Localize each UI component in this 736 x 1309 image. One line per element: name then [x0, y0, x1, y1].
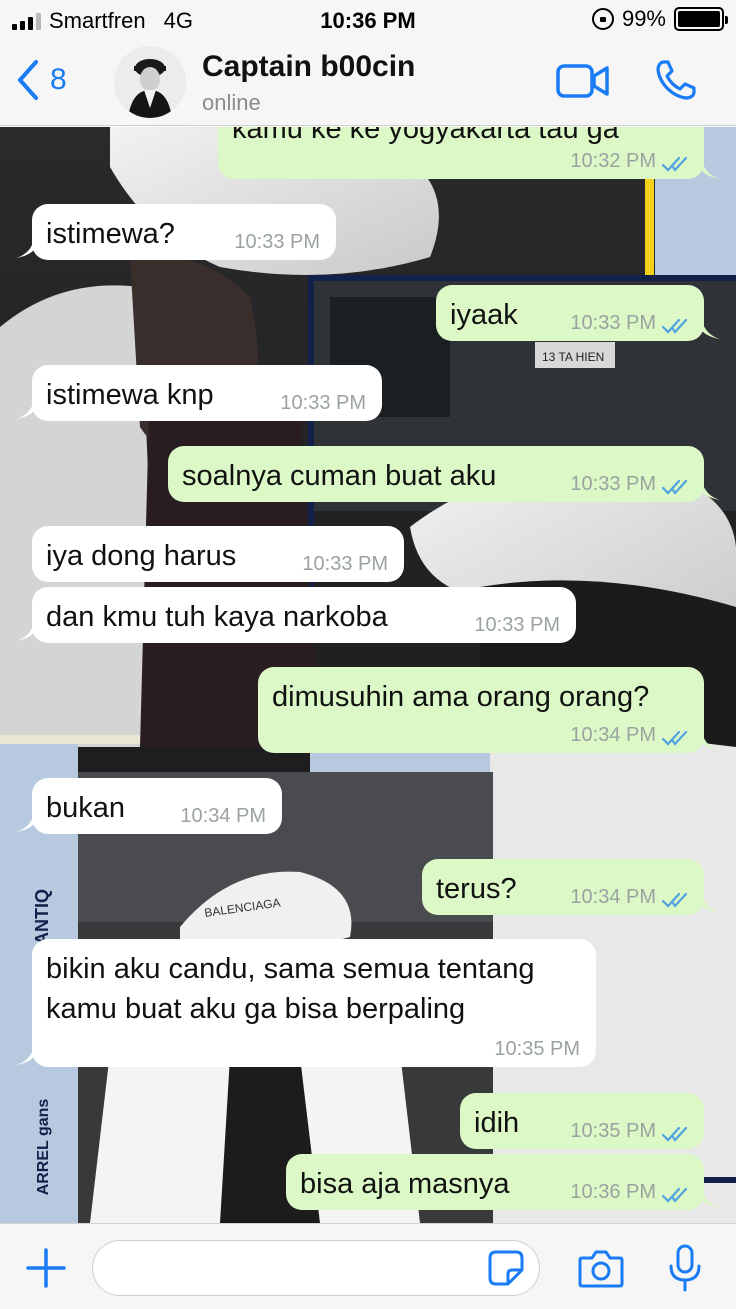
- message-bubble-outgoing[interactable]: soalnya cuman buat aku 10:33 PM: [168, 446, 704, 502]
- bubble-tail: [16, 240, 34, 258]
- read-ticks-icon: [662, 1187, 688, 1203]
- message-text: kamu ke ke yogyakarta tau ga: [232, 127, 619, 145]
- message-time: 10:34 PM: [570, 886, 656, 908]
- message-time: 10:33 PM: [280, 392, 366, 414]
- message-bubble-outgoing[interactable]: idih 10:35 PM: [460, 1093, 704, 1149]
- wallpaper-side-caption: ARREL gans: [35, 1099, 52, 1196]
- sticker-icon[interactable]: [488, 1250, 524, 1286]
- back-button[interactable]: 8: [14, 58, 67, 102]
- message-time: 10:33 PM: [474, 614, 560, 636]
- chat-header: 8 Captain b00cin online: [0, 40, 736, 126]
- message-bubble-incoming[interactable]: bikin aku candu, sama semua tentang kamu…: [32, 939, 596, 1067]
- bubble-tail: [16, 814, 34, 832]
- status-right: 99%: [591, 6, 728, 32]
- message-text: istimewa?: [46, 218, 175, 250]
- read-ticks-icon: [662, 156, 688, 172]
- bubble-tail: [702, 161, 720, 179]
- read-ticks-icon: [662, 318, 688, 334]
- avatar[interactable]: [114, 46, 186, 118]
- message-text: soalnya cuman buat aku: [182, 460, 497, 492]
- bubble-tail: [702, 733, 720, 751]
- message-text: bikin aku candu, sama semua tentang kamu…: [46, 953, 535, 1025]
- contact-status: online: [202, 90, 261, 115]
- phone-icon[interactable]: [654, 58, 698, 102]
- message-bubble-outgoing[interactable]: bisa aja masnya 10:36 PM: [286, 1154, 704, 1210]
- orientation-lock-icon: [591, 8, 614, 30]
- message-text: bukan: [46, 792, 126, 824]
- message-bubble-incoming[interactable]: istimewa knp 10:33 PM: [32, 365, 382, 421]
- message-bubble-outgoing[interactable]: terus? 10:34 PM: [422, 859, 704, 915]
- chat-area[interactable]: 13 TA HIEN BALENCIAGA ANTIQ ARREL gans k…: [0, 127, 736, 1223]
- message-text: dimusuhin ama orang orang?: [272, 681, 650, 713]
- avatar-image: [114, 46, 186, 118]
- bubble-tail: [702, 482, 720, 500]
- message-bubble-outgoing[interactable]: iyaak 10:33 PM: [436, 285, 704, 341]
- message-time: 10:33 PM: [234, 231, 320, 253]
- wallpaper-sign-text: 13 TA HIEN: [542, 350, 604, 364]
- camera-icon[interactable]: [578, 1248, 624, 1288]
- wallpaper-side-brand: ANTIQ: [32, 889, 52, 945]
- status-bar: Smartfren 4G 10:36 PM 99%: [0, 0, 736, 40]
- message-time: 10:33 PM: [570, 473, 656, 495]
- message-text: iya dong harus: [46, 540, 237, 572]
- video-camera-icon[interactable]: [556, 62, 610, 100]
- message-time: 10:33 PM: [302, 553, 388, 575]
- read-ticks-icon: [662, 730, 688, 746]
- message-bubble-outgoing[interactable]: kamu ke ke yogyakarta tau ga 10:32 PM: [218, 127, 704, 179]
- message-time: 10:34 PM: [180, 805, 266, 827]
- message-input[interactable]: [92, 1240, 540, 1296]
- contact-name[interactable]: Captain b00cin: [202, 50, 415, 84]
- plus-icon[interactable]: [26, 1248, 66, 1288]
- unread-count: 8: [50, 63, 67, 96]
- message-time: 10:32 PM: [570, 150, 656, 172]
- message-text: bisa aja masnya: [300, 1168, 510, 1200]
- message-time: 10:36 PM: [570, 1181, 656, 1203]
- microphone-icon[interactable]: [668, 1244, 702, 1292]
- message-time: 10:35 PM: [570, 1120, 656, 1142]
- composer-bar: [0, 1223, 736, 1309]
- read-ticks-icon: [662, 1126, 688, 1142]
- message-time: 10:33 PM: [570, 312, 656, 334]
- battery-icon: [674, 7, 728, 31]
- read-ticks-icon: [662, 479, 688, 495]
- message-bubble-incoming[interactable]: iya dong harus 10:33 PM: [32, 526, 404, 582]
- bubble-tail: [16, 401, 34, 419]
- message-text: idih: [474, 1107, 520, 1139]
- bubble-tail: [702, 895, 720, 913]
- chevron-left-icon: [18, 60, 38, 100]
- battery-percent: 99%: [621, 6, 666, 31]
- bubble-tail: [16, 623, 34, 641]
- bubble-tail: [702, 1190, 720, 1208]
- message-time: 10:35 PM: [494, 1038, 580, 1060]
- bubble-tail: [16, 1047, 34, 1065]
- message-time: 10:34 PM: [570, 724, 656, 746]
- bubble-tail: [702, 321, 720, 339]
- read-ticks-icon: [662, 892, 688, 908]
- message-bubble-incoming[interactable]: bukan 10:34 PM: [32, 778, 282, 834]
- message-text: dan kmu tuh kaya narkoba: [46, 601, 388, 633]
- message-bubble-incoming[interactable]: dan kmu tuh kaya narkoba 10:33 PM: [32, 587, 576, 643]
- message-bubble-incoming[interactable]: istimewa? 10:33 PM: [32, 204, 336, 260]
- message-bubble-outgoing[interactable]: dimusuhin ama orang orang? 10:34 PM: [258, 667, 704, 753]
- message-text: terus?: [436, 873, 517, 905]
- message-text: iyaak: [450, 299, 518, 331]
- message-text: istimewa knp: [46, 379, 214, 411]
